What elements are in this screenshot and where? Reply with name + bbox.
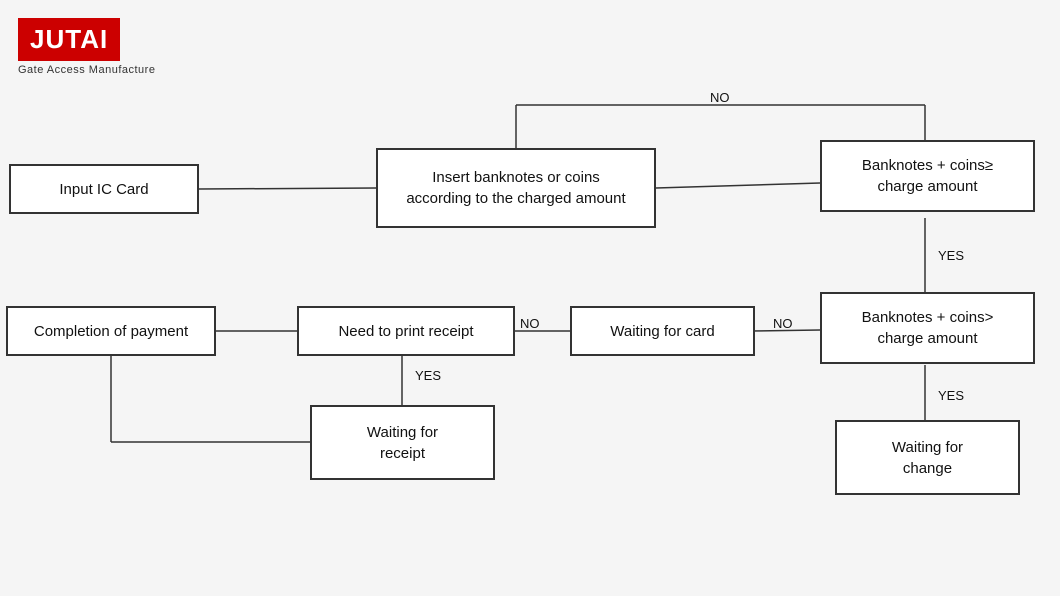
insert-banknotes-box: Insert banknotes or coinsaccording to th… — [376, 148, 656, 228]
yes-label-1: YES — [938, 248, 964, 263]
no-label-middle: NO — [520, 316, 540, 331]
completion-box: Completion of payment — [6, 306, 216, 356]
yes-label-3: YES — [415, 368, 441, 383]
banknotes-coins-gte-box: Banknotes + coins≥charge amount — [820, 140, 1035, 212]
logo-subtitle: Gate Access Manufacture — [18, 64, 155, 76]
no-label-right: NO — [773, 316, 793, 331]
input-ic-card-box: Input IC Card — [9, 164, 199, 214]
no-label-top: NO — [710, 90, 730, 105]
waiting-for-change-box: Waiting forchange — [835, 420, 1020, 495]
waiting-for-card-box: Waiting for card — [570, 306, 755, 356]
logo-area: JUTAI Gate Access Manufacture — [18, 18, 155, 76]
waiting-for-receipt-box: Waiting forreceipt — [310, 405, 495, 480]
banknotes-coins-gt-box: Banknotes + coins>charge amount — [820, 292, 1035, 364]
need-print-receipt-box: Need to print receipt — [297, 306, 515, 356]
logo-name: JUTAI — [18, 18, 120, 61]
yes-label-2: YES — [938, 388, 964, 403]
